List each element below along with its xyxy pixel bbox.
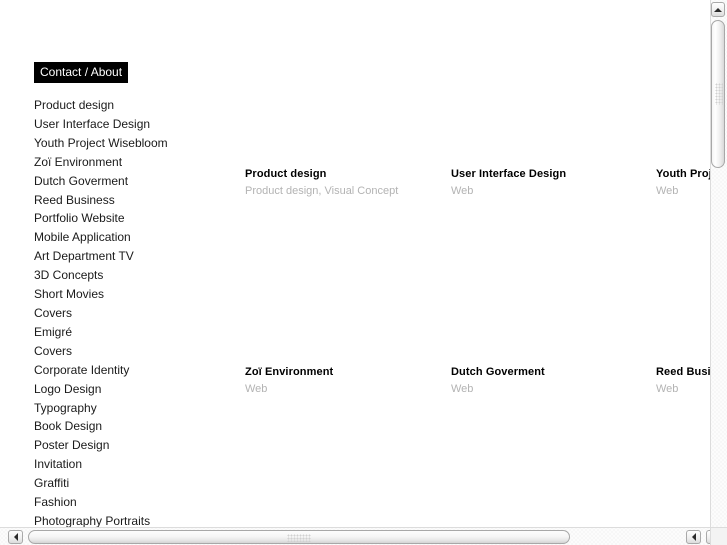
sidebar-item-product-design[interactable]: Product design xyxy=(34,96,224,115)
sidebar-item-photography-portraits[interactable]: Photography Portraits xyxy=(34,512,224,527)
triangle-left-icon xyxy=(13,533,18,541)
sidebar-item-fashion[interactable]: Fashion xyxy=(34,493,224,512)
sidebar-item-art-department-tv[interactable]: Art Department TV xyxy=(34,247,224,266)
sidebar-item-typography[interactable]: Typography xyxy=(34,399,224,418)
scroll-left-button[interactable] xyxy=(686,530,701,544)
project-meta: Web xyxy=(245,383,268,395)
browser-viewport: Contact / About Product design User Inte… xyxy=(0,0,727,545)
triangle-up-icon xyxy=(714,7,722,12)
project-meta: Web xyxy=(451,185,474,197)
project-card[interactable]: User Interface Design Web xyxy=(451,168,566,198)
project-meta: Web xyxy=(656,185,679,197)
sidebar-item-user-interface-design[interactable]: User Interface Design xyxy=(34,115,224,134)
project-title: Reed Busin xyxy=(656,366,710,378)
triangle-left-icon xyxy=(691,533,696,541)
horizontal-scrollbar[interactable] xyxy=(0,527,727,545)
vertical-scrollbar-thumb[interactable] xyxy=(711,20,725,168)
sidebar-item-portfolio-website[interactable]: Portfolio Website xyxy=(34,209,224,228)
sidebar-item-poster-design[interactable]: Poster Design xyxy=(34,436,224,455)
project-card[interactable]: Zoï Environment Web xyxy=(245,366,333,396)
project-meta: Web xyxy=(656,383,679,395)
project-card[interactable]: Reed Busin Web xyxy=(656,366,710,396)
grip-icon xyxy=(715,83,723,105)
sidebar-item-logo-design[interactable]: Logo Design xyxy=(34,380,224,399)
sidebar-item-covers-1[interactable]: Covers xyxy=(34,304,224,323)
page-content: Contact / About Product design User Inte… xyxy=(0,0,710,527)
project-card[interactable]: Dutch Goverment Web xyxy=(451,366,545,396)
sidebar-item-invitation[interactable]: Invitation xyxy=(34,455,224,474)
sidebar-item-graffiti[interactable]: Graffiti xyxy=(34,474,224,493)
sidebar-item-3d-concepts[interactable]: 3D Concepts xyxy=(34,266,224,285)
project-meta: Web xyxy=(451,383,474,395)
sidebar-nav: Contact / About Product design User Inte… xyxy=(34,62,224,527)
sidebar-item-covers-2[interactable]: Covers xyxy=(34,342,224,361)
sidebar-item-mobile-application[interactable]: Mobile Application xyxy=(34,228,224,247)
project-title: Youth Proje xyxy=(656,168,710,180)
grip-icon xyxy=(287,534,311,542)
project-card[interactable]: Youth Proje Web xyxy=(656,168,710,198)
project-card[interactable]: Product design Product design, Visual Co… xyxy=(245,168,398,198)
sidebar-item-youth-project-wisebloom[interactable]: Youth Project Wisebloom xyxy=(34,134,224,153)
sidebar-item-zoi-environment[interactable]: Zoï Environment xyxy=(34,153,224,172)
horizontal-scrollbar-thumb[interactable] xyxy=(28,530,570,544)
sidebar-item-emigre[interactable]: Emigré xyxy=(34,323,224,342)
sidebar-item-book-design[interactable]: Book Design xyxy=(34,417,224,436)
scrollbar-corner xyxy=(710,527,727,545)
vertical-scrollbar[interactable] xyxy=(710,0,727,527)
project-title: Zoï Environment xyxy=(245,366,334,378)
scroll-up-button[interactable] xyxy=(711,2,725,17)
project-title: User Interface Design xyxy=(451,168,567,180)
sidebar-item-corporate-identity[interactable]: Corporate Identity xyxy=(34,361,224,380)
sidebar-item-reed-business[interactable]: Reed Business xyxy=(34,191,224,210)
sidebar-item-dutch-goverment[interactable]: Dutch Goverment xyxy=(34,172,224,191)
project-title: Product design xyxy=(245,168,327,180)
sidebar-category-list: Product design User Interface Design You… xyxy=(34,96,224,527)
project-meta: Product design, Visual Concept xyxy=(245,185,399,197)
project-title: Dutch Goverment xyxy=(451,366,545,378)
scroll-left-button-start[interactable] xyxy=(8,530,23,544)
sidebar-item-contact-about[interactable]: Contact / About xyxy=(34,62,129,83)
sidebar-item-short-movies[interactable]: Short Movies xyxy=(34,285,224,304)
